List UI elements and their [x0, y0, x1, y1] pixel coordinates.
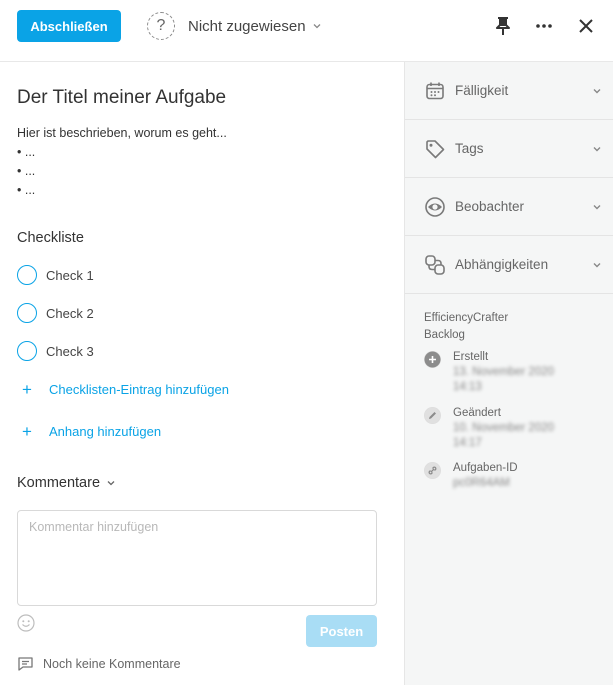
- meta-task-id: Aufgaben-ID pc0R64AM: [424, 461, 518, 491]
- meta-value: 14:17: [453, 437, 482, 449]
- sidebar-item-label: Tags: [455, 141, 484, 156]
- no-comments-label: Noch keine Kommentare: [43, 657, 181, 671]
- sidebar-item-dependencies[interactable]: Abhängigkeiten: [405, 236, 613, 294]
- project-name: EfficiencyCrafter: [424, 312, 509, 324]
- chevron-down-icon: [593, 88, 601, 93]
- tag-icon: [424, 138, 446, 160]
- calendar-icon: [424, 80, 446, 102]
- checklist-item[interactable]: Check 3: [17, 340, 94, 362]
- comments-heading: Kommentare: [17, 475, 101, 491]
- chevron-down-icon: [593, 146, 601, 151]
- post-button[interactable]: Posten: [306, 615, 377, 647]
- more-icon[interactable]: [532, 14, 556, 38]
- checklist-item-label: Check 3: [46, 343, 94, 359]
- comment-input[interactable]: [17, 510, 377, 606]
- no-comments-notice: Noch keine Kommentare: [17, 656, 181, 672]
- sidebar-item-watchers[interactable]: Beobachter: [405, 178, 613, 236]
- checklist-heading: Checkliste: [17, 230, 84, 246]
- description-bullet: • ...: [17, 183, 36, 197]
- chevron-down-icon: [593, 262, 601, 267]
- task-main: Der Titel meiner Aufgabe Hier ist beschr…: [0, 62, 404, 685]
- emoji-icon[interactable]: [17, 614, 35, 632]
- sidebar-item-due-date[interactable]: Fälligkeit: [405, 62, 613, 120]
- details-sidebar: Fälligkeit Tags Beobachter Abhängigkeite…: [404, 62, 613, 685]
- task-title[interactable]: Der Titel meiner Aufgabe: [17, 87, 226, 109]
- meta-value: 10. November 2020: [453, 422, 555, 434]
- meta-value: 14:13: [453, 381, 482, 393]
- checklist-item[interactable]: Check 1: [17, 264, 94, 286]
- meta-label: Geändert: [453, 407, 501, 419]
- sidebar-item-tags[interactable]: Tags: [405, 120, 613, 178]
- plus-circle-icon: [424, 351, 441, 368]
- sidebar-item-label: Fälligkeit: [455, 83, 509, 98]
- assignee-label: Nicht zugewiesen: [188, 17, 306, 35]
- checklist-item-label: Check 2: [46, 305, 94, 321]
- dependencies-icon: [424, 254, 446, 276]
- task-description[interactable]: Hier ist beschrieben, worum es geht... •…: [17, 124, 227, 200]
- assignee-dropdown[interactable]: ? Nicht zugewiesen: [147, 12, 322, 40]
- add-attachment-label: Anhang hinzufügen: [49, 423, 162, 439]
- comment-icon: [18, 657, 33, 671]
- checkbox[interactable]: [17, 265, 37, 285]
- complete-button[interactable]: Abschließen: [17, 10, 121, 42]
- chevron-down-icon: [313, 24, 321, 29]
- description-intro: Hier ist beschrieben, worum es geht...: [17, 126, 227, 140]
- meta-value: pc0R64AM: [453, 477, 510, 489]
- plus-icon: +: [22, 421, 32, 441]
- add-checklist-entry-link[interactable]: + Checklisten-Eintrag hinzufügen: [22, 379, 229, 399]
- checklist-item[interactable]: Check 2: [17, 302, 94, 324]
- checkbox[interactable]: [17, 303, 37, 323]
- meta-label: Erstellt: [453, 351, 489, 363]
- link-icon: [424, 462, 441, 479]
- plus-icon: +: [22, 379, 32, 399]
- sidebar-item-label: Beobachter: [455, 199, 525, 214]
- checklist-item-label: Check 1: [46, 267, 94, 283]
- question-icon: ?: [147, 12, 175, 40]
- pencil-icon: [424, 407, 441, 424]
- description-bullet: • ...: [17, 164, 36, 178]
- chevron-down-icon: [593, 204, 601, 209]
- meta-label: Aufgaben-ID: [453, 462, 518, 474]
- chevron-down-icon: [107, 481, 115, 486]
- meta-created: Erstellt 13. November 2020 14:13: [424, 350, 554, 395]
- board-name: Backlog: [424, 329, 465, 341]
- add-attachment-link[interactable]: + Anhang hinzufügen: [22, 421, 161, 441]
- project-info: EfficiencyCrafter Backlog: [424, 310, 508, 344]
- meta-value: 13. November 2020: [453, 366, 555, 378]
- sidebar-item-label: Abhängigkeiten: [455, 257, 549, 272]
- description-bullet: • ...: [17, 145, 36, 159]
- close-icon[interactable]: [574, 14, 598, 38]
- add-checklist-entry-label: Checklisten-Eintrag hinzufügen: [49, 381, 229, 397]
- pin-icon[interactable]: [491, 14, 515, 38]
- comments-toggle[interactable]: Kommentare: [17, 475, 116, 491]
- eye-icon: [424, 196, 446, 218]
- checkbox[interactable]: [17, 341, 37, 361]
- meta-modified: Geändert 10. November 2020 14:17: [424, 406, 554, 451]
- task-header: Abschließen ? Nicht zugewiesen: [0, 0, 613, 62]
